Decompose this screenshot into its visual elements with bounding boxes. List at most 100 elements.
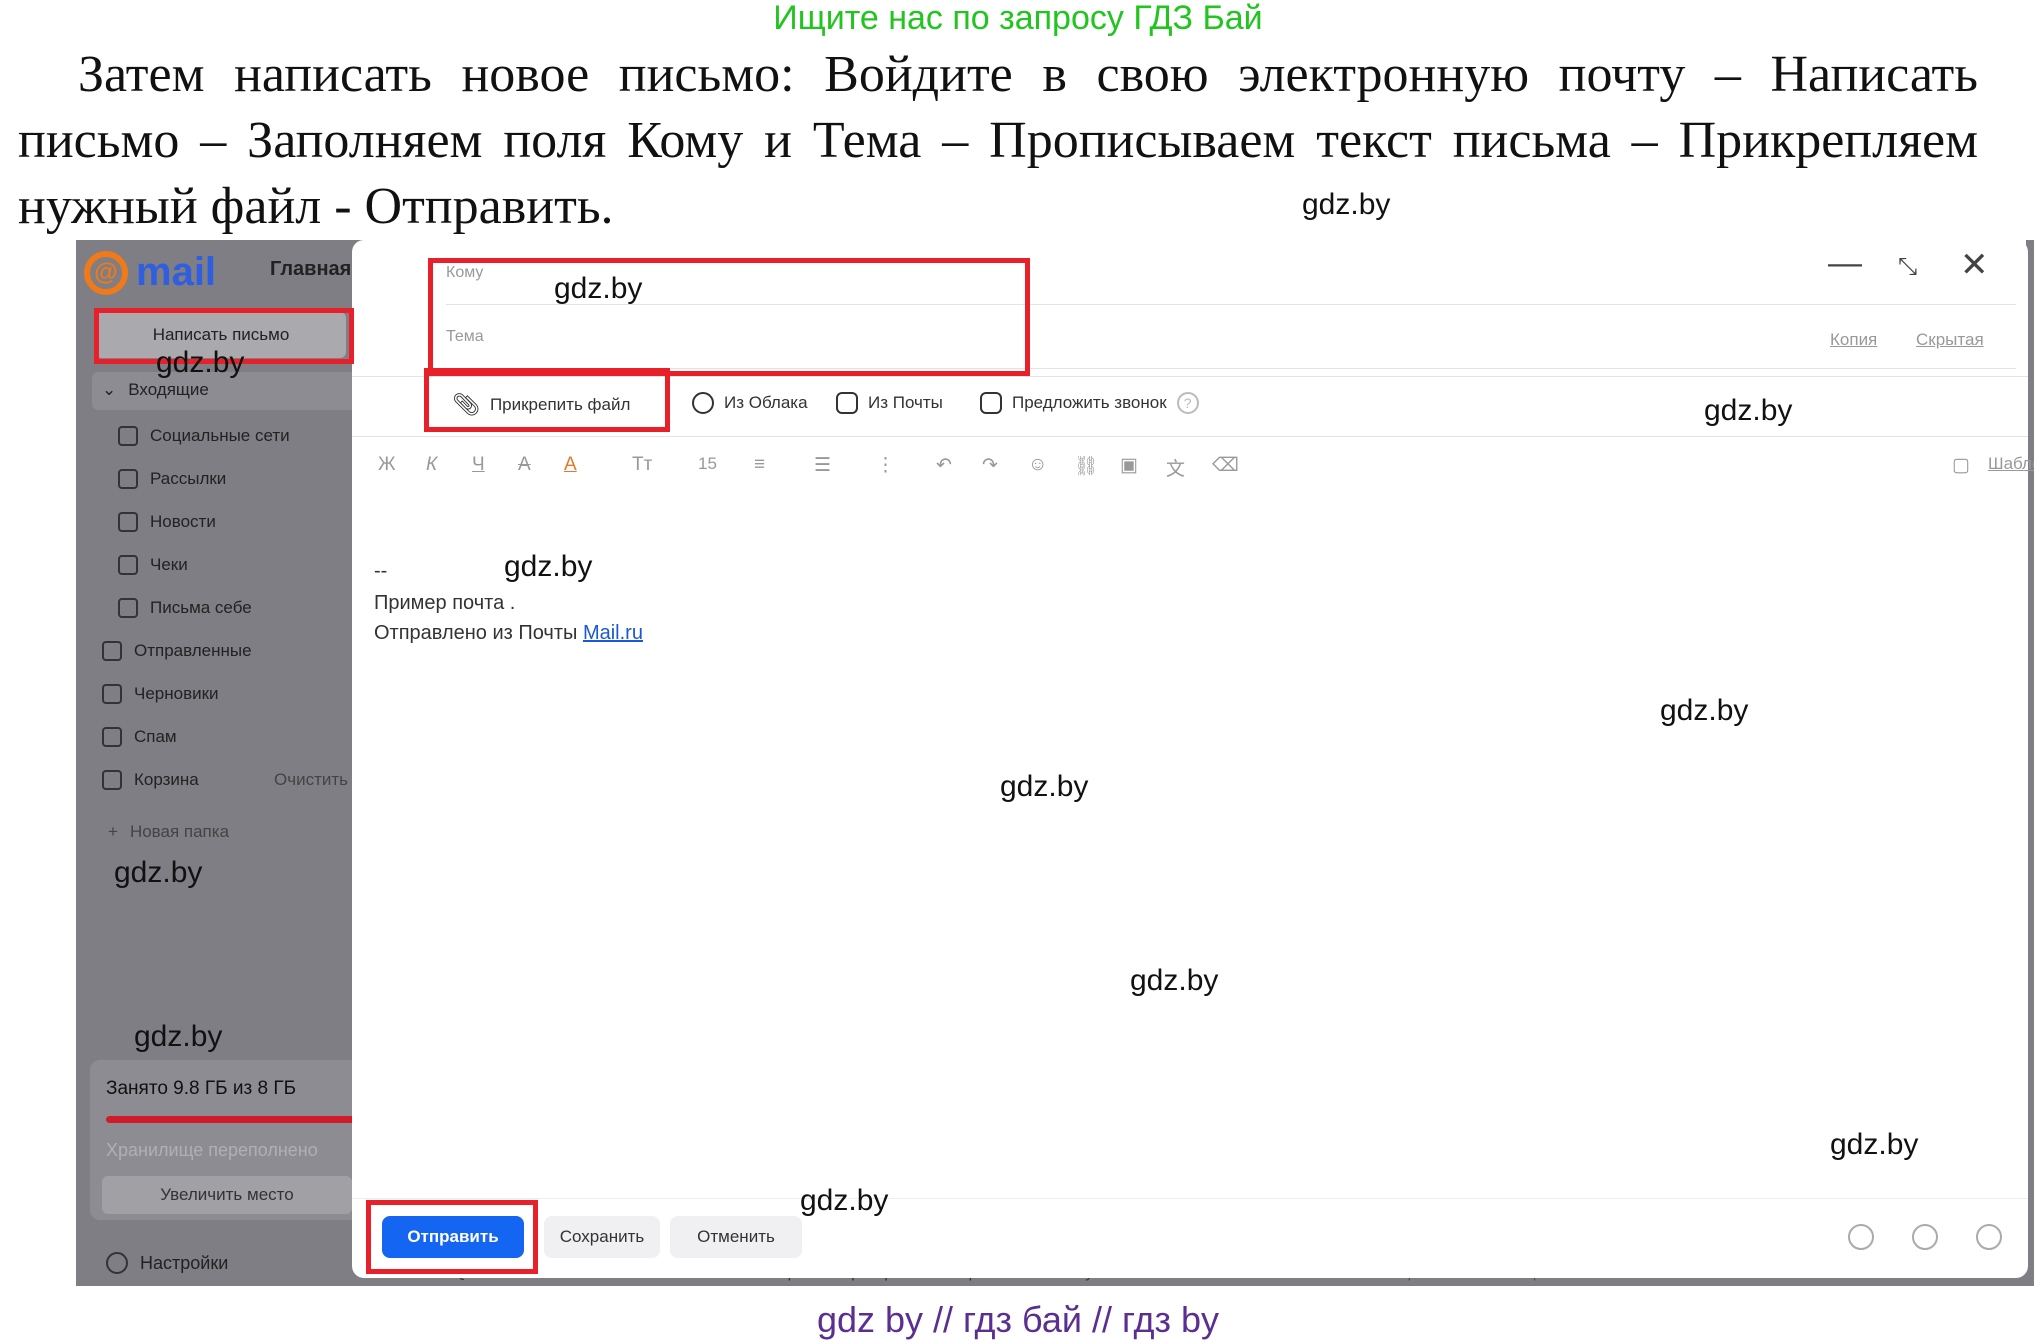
sidebar-item-inbox[interactable]: ⌄ Входящие <box>102 380 209 400</box>
list-icon[interactable]: ⋮ <box>876 454 895 477</box>
bcc-link[interactable]: Скрытая <box>1916 330 1984 350</box>
paperclip-icon: 📎︎ <box>452 392 480 417</box>
sidebar-item-settings[interactable]: Настройки <box>106 1252 228 1274</box>
news-icon <box>118 512 138 532</box>
watermark: gdz.by <box>1830 1128 1919 1161</box>
bold-button[interactable]: Ж <box>378 454 396 476</box>
sidebar-item-label: Спам <box>134 727 177 746</box>
suggest-call-label: Предложить звонок <box>1012 393 1167 412</box>
send-button[interactable]: Отправить <box>382 1216 524 1258</box>
cloud-icon <box>692 392 714 414</box>
sidebar-item-label: Чеки <box>150 555 188 574</box>
templates-icon[interactable]: ▢ <box>1952 454 1970 477</box>
trash-icon <box>102 770 122 790</box>
mail-icon <box>836 392 858 414</box>
sidebar-item-label: Настройки <box>140 1252 229 1273</box>
from-mail-button[interactable]: Из Почты <box>836 392 943 414</box>
attach-file-button[interactable]: 📎︎ Прикрепить файл <box>452 392 630 418</box>
eraser-icon[interactable]: ⌫ <box>1212 454 1239 477</box>
watermark: gdz.by <box>1302 188 1391 221</box>
sidebar-item-label: Новости <box>150 512 216 531</box>
mail-logo[interactable]: @ mail <box>84 250 216 295</box>
sidebar-item-spam[interactable]: Спам <box>102 727 177 747</box>
sidebar-item-label: Корзина <box>134 770 199 789</box>
to-underline <box>446 304 2016 305</box>
storage-progress-bar <box>106 1116 370 1123</box>
sidebar-item-label: Социальные сети <box>150 426 290 445</box>
sidebar-item-receipts[interactable]: Чеки <box>118 555 188 575</box>
logo-text: mail <box>136 250 217 294</box>
sidebar-item-to-self[interactable]: Письма себе <box>118 598 252 618</box>
footer-divider <box>352 1198 2028 1199</box>
watermark: gdz.by <box>1130 964 1219 997</box>
bottom-banner: gdz by // гдз бай // гдз by <box>816 1299 1220 1340</box>
link-icon[interactable]: ⛓︎ <box>1074 454 1098 478</box>
spam-icon <box>102 727 122 747</box>
translate-icon[interactable]: 文 <box>1166 454 1185 481</box>
sidebar-item-label: Новая папка <box>129 822 230 841</box>
watermark: gdz.by <box>504 550 593 583</box>
strikethrough-button[interactable]: A <box>518 454 531 476</box>
font-style-button[interactable]: Тт <box>632 454 652 476</box>
people-icon <box>118 426 138 446</box>
emoji-icon[interactable]: ☺ <box>1028 454 1047 476</box>
suggest-call-button[interactable]: Предложить звонок ? <box>980 392 1199 414</box>
sidebar-item-sent[interactable]: Отправленные <box>102 641 252 661</box>
sidebar-item-news[interactable]: Новости <box>118 512 216 532</box>
indent-icon[interactable]: ☰ <box>814 454 831 477</box>
sidebar-item-label: Черновики <box>134 684 219 703</box>
help-icon[interactable]: ? <box>1176 392 1199 414</box>
download-icon <box>118 598 138 618</box>
watermark: gdz.by <box>156 346 245 379</box>
subject-underline <box>446 368 2016 369</box>
mailru-link[interactable]: Mail.ru <box>583 622 643 644</box>
underline-button[interactable]: Ч <box>472 454 485 476</box>
subject-label: Тема <box>446 328 484 345</box>
plus-icon: + <box>108 822 118 841</box>
close-icon[interactable]: ✕ <box>1960 248 1989 282</box>
cc-link[interactable]: Копия <box>1830 330 1877 350</box>
sidebar-item-newsletters[interactable]: Рассылки <box>118 469 226 489</box>
undo-icon[interactable]: ↶ <box>936 454 952 477</box>
sidebar-item-drafts[interactable]: Черновики <box>102 684 219 704</box>
watermark: gdz.by <box>1660 694 1749 727</box>
header-divider <box>352 376 2028 377</box>
templates-link[interactable]: Шаблоны <box>1988 454 2034 474</box>
save-button[interactable]: Сохранить <box>544 1216 660 1258</box>
image-icon[interactable]: ▣ <box>1120 454 1138 477</box>
sidebar-item-trash[interactable]: Корзина <box>102 770 199 790</box>
receipt-check-icon[interactable] <box>1912 1224 1938 1250</box>
italic-button[interactable]: К <box>426 454 437 476</box>
watermark: gdz.by <box>800 1184 889 1217</box>
sidebar-new-folder[interactable]: + Новая папка <box>108 822 229 842</box>
clear-trash-link[interactable]: Очистить <box>274 770 348 790</box>
sidebar-item-label: Письма себе <box>150 598 252 617</box>
cancel-button[interactable]: Отменить <box>670 1216 802 1258</box>
font-size-select[interactable]: 15 <box>698 454 717 474</box>
watermark: gdz.by <box>114 856 203 889</box>
signature-dash: -- <box>374 560 388 582</box>
storage-note: Хранилище переполнено <box>106 1140 318 1160</box>
important-icon[interactable] <box>1848 1224 1874 1250</box>
storage-used: Занято 9.8 ГБ из 8 ГБ <box>106 1078 297 1099</box>
minimize-icon[interactable]: — <box>1828 246 1862 280</box>
draft-icon <box>102 684 122 704</box>
redo-icon[interactable]: ↷ <box>982 454 998 477</box>
sidebar-item-label: Входящие <box>128 380 209 399</box>
mail-sidebar: @ mail Главная Написать письмо ⌄ Входящи… <box>76 240 370 1286</box>
from-cloud-label: Из Облака <box>724 393 808 412</box>
toolbar-divider <box>352 436 2028 437</box>
sidebar-item-label: Отправленные <box>134 641 252 660</box>
home-link[interactable]: Главная <box>270 258 351 281</box>
watermark: gdz.by <box>1000 770 1089 803</box>
reminder-bell-icon[interactable] <box>1976 1224 2002 1250</box>
top-banner: Ищите нас по запросу ГДЗ Бай <box>773 0 1263 37</box>
sidebar-item-social[interactable]: Социальные сети <box>118 426 290 446</box>
increase-storage-button[interactable]: Увеличить место <box>102 1176 352 1214</box>
sidebar-item-label: Рассылки <box>150 469 227 488</box>
collapse-icon[interactable]: ⤡ <box>1898 250 1917 284</box>
align-icon[interactable]: ≡ <box>754 454 765 476</box>
storage-card: Занято 9.8 ГБ из 8 ГБ Хранилище переполн… <box>90 1060 370 1220</box>
from-cloud-button[interactable]: Из Облака <box>692 392 808 414</box>
text-color-button[interactable]: A <box>564 454 577 476</box>
